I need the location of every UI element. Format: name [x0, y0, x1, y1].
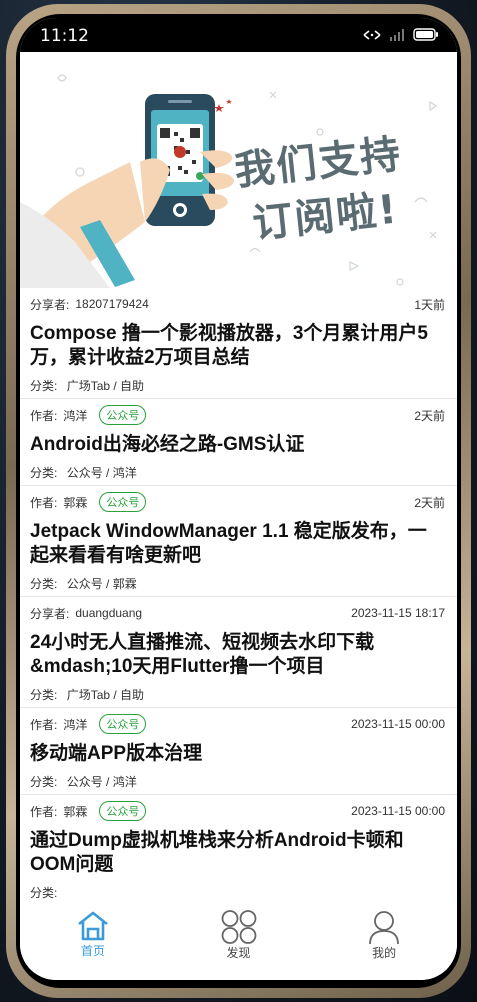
- article-meta: 作者: 鸿洋 公众号 2023-11-15 00:00: [30, 708, 445, 736]
- source-tag: 公众号: [99, 492, 147, 512]
- article-item[interactable]: 作者: 鸿洋 公众号 2023-11-15 00:00 移动端APP版本治理 分…: [20, 708, 457, 795]
- tab-discover[interactable]: 发现: [166, 900, 312, 980]
- article-title[interactable]: Android出海必经之路-GMS认证: [30, 433, 445, 457]
- signal-icon: [390, 28, 404, 41]
- article-item[interactable]: 分享者: duangduang 2023-11-15 18:17 24小时无人直…: [20, 597, 457, 708]
- article-meta: 分享者: duangduang 2023-11-15 18:17: [30, 597, 445, 625]
- author-name[interactable]: 鸿洋: [63, 716, 87, 733]
- article-author-group: 分享者: 18207179424: [30, 296, 149, 313]
- category-label: 分类:: [30, 466, 58, 480]
- category-label: 分类:: [30, 688, 58, 702]
- article-item[interactable]: 作者: 郭霖 公众号 2023-11-15 00:00 通过Dump虚拟机堆栈来…: [20, 795, 457, 900]
- article-category[interactable]: 分类: 广场Tab / 自助: [30, 683, 445, 707]
- article-meta: 作者: 鸿洋 公众号 2天前: [30, 399, 445, 427]
- article-list[interactable]: 分享者: 18207179424 1天前 Compose 撸一个影视播放器，3个…: [20, 288, 457, 900]
- tab-home[interactable]: 首页: [20, 900, 166, 980]
- article-category[interactable]: 分类:: [30, 881, 445, 900]
- article-category[interactable]: 分类: 广场Tab / 自助: [30, 374, 445, 398]
- category-label: 分类:: [30, 577, 58, 591]
- category-label: 分类:: [30, 775, 58, 789]
- article-time: 2天前: [414, 408, 445, 423]
- article-time: 2023-11-15 18:17: [351, 606, 445, 620]
- article-meta: 作者: 郭霖 公众号 2023-11-15 00:00: [30, 795, 445, 823]
- article-time: 2023-11-15 00:00: [351, 804, 445, 818]
- category-value: 广场Tab / 自助: [66, 688, 145, 702]
- article-title[interactable]: 移动端APP版本治理: [30, 742, 445, 766]
- article-title[interactable]: Compose 撸一个影视播放器，3个月累计用户5万，累计收益2万项目总结: [30, 322, 445, 370]
- category-value: 公众号 / 郭霖: [66, 577, 137, 591]
- category-label: 分类:: [30, 886, 58, 900]
- author-name[interactable]: 郭霖: [63, 494, 87, 511]
- author-name[interactable]: 郭霖: [63, 803, 87, 820]
- status-icons: [363, 28, 439, 41]
- article-author-group: 作者: 鸿洋 公众号: [30, 714, 147, 734]
- article-item[interactable]: 分享者: 18207179424 1天前 Compose 撸一个影视播放器，3个…: [20, 288, 457, 399]
- category-value: 公众号 / 鸿洋: [66, 466, 137, 480]
- tab-home-label: 首页: [80, 944, 105, 958]
- author-label: 作者:: [30, 804, 58, 819]
- author-label: 分享者:: [30, 297, 70, 312]
- article-item[interactable]: 作者: 鸿洋 公众号 2天前 Android出海必经之路-GMS认证 分类: 公…: [20, 399, 457, 486]
- author-name[interactable]: duangduang: [75, 606, 142, 620]
- author-name[interactable]: 鸿洋: [63, 407, 87, 424]
- app-screen: 11:12 我们支持 订阅啦! 分享者: 18207179424 1天前 Com…: [20, 18, 457, 980]
- status-bar: 11:12: [20, 18, 457, 52]
- tab-profile-label: 我的: [372, 946, 397, 960]
- category-value: 广场Tab / 自助: [66, 379, 145, 393]
- article-time: 1天前: [414, 297, 445, 312]
- author-name[interactable]: 18207179424: [75, 297, 148, 311]
- author-label: 作者:: [30, 495, 58, 510]
- article-author-group: 分享者: duangduang: [30, 605, 142, 622]
- article-category[interactable]: 分类: 公众号 / 郭霖: [30, 572, 445, 596]
- author-label: 分享者:: [30, 606, 70, 621]
- source-tag: 公众号: [99, 714, 147, 734]
- article-meta: 作者: 郭霖 公众号 2天前: [30, 486, 445, 514]
- home-icon: [78, 911, 108, 941]
- article-author-group: 作者: 郭霖 公众号: [30, 492, 147, 512]
- article-item[interactable]: 作者: 郭霖 公众号 2天前 Jetpack WindowManager 1.1…: [20, 486, 457, 597]
- bottom-tab-bar: 首页 发现 我的: [20, 900, 457, 980]
- article-author-group: 作者: 鸿洋 公众号: [30, 405, 147, 425]
- article-title[interactable]: Jetpack WindowManager 1.1 稳定版发布，一起来看看有啥更…: [30, 520, 445, 568]
- category-label: 分类:: [30, 379, 58, 393]
- tab-profile[interactable]: 我的: [311, 900, 457, 980]
- data-transfer-icon: [363, 29, 381, 40]
- source-tag: 公众号: [99, 801, 147, 821]
- tab-discover-label: 发现: [226, 946, 251, 960]
- battery-icon: [413, 28, 438, 41]
- article-category[interactable]: 分类: 公众号 / 鸿洋: [30, 461, 445, 485]
- status-time: 11:12: [40, 26, 89, 46]
- article-time: 2023-11-15 00:00: [351, 717, 445, 731]
- article-title[interactable]: 24小时无人直播推流、短视频去水印下载&mdash;10天用Flutter撸一个…: [30, 631, 445, 679]
- profile-icon: [369, 911, 400, 944]
- category-value: 公众号 / 鸿洋: [66, 775, 137, 789]
- subscription-banner[interactable]: 我们支持 订阅啦!: [20, 52, 457, 288]
- article-category[interactable]: 分类: 公众号 / 鸿洋: [30, 770, 445, 794]
- author-label: 作者:: [30, 717, 58, 732]
- article-author-group: 作者: 郭霖 公众号: [30, 801, 147, 821]
- article-meta: 分享者: 18207179424 1天前: [30, 288, 445, 316]
- article-title[interactable]: 通过Dump虚拟机堆栈来分析Android卡顿和OOM问题: [30, 829, 445, 877]
- article-time: 2天前: [414, 495, 445, 510]
- author-label: 作者:: [30, 408, 58, 423]
- source-tag: 公众号: [99, 405, 147, 425]
- discover-icon: [221, 910, 256, 944]
